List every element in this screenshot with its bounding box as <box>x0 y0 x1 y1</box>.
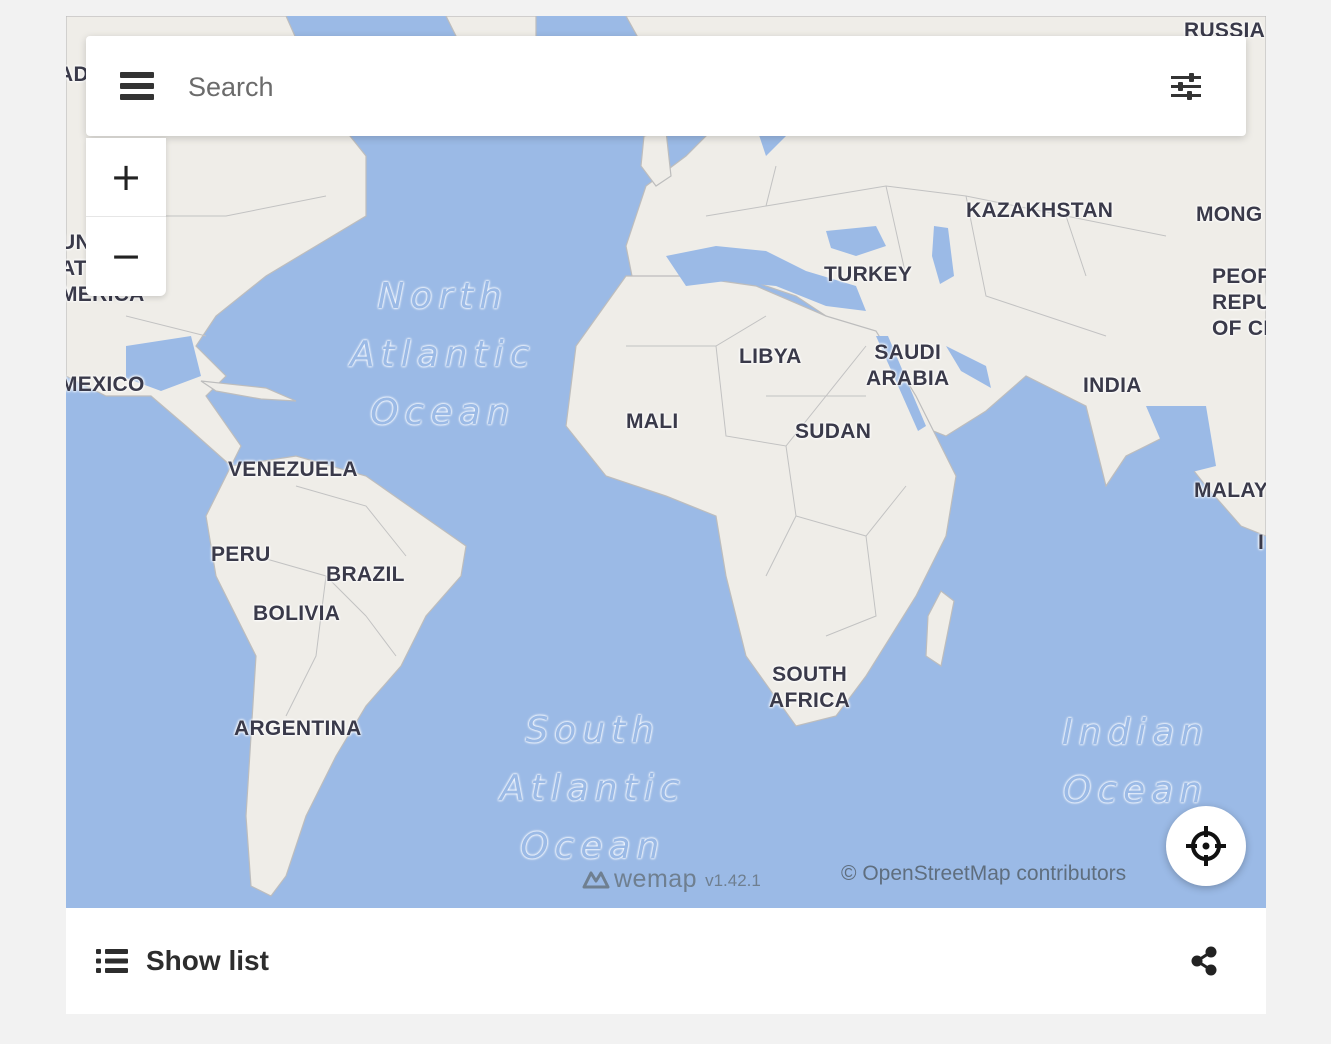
wemap-branding[interactable]: wemap v1.42.1 <box>582 864 761 894</box>
menu-button[interactable] <box>114 66 160 106</box>
landmass-south-america <box>205 455 467 897</box>
ocean-label-indian: Indian Ocean <box>1062 712 1210 811</box>
brand-name: wemap <box>614 864 698 893</box>
zoom-out-button[interactable]: − <box>86 217 166 295</box>
country-label-mali: MALI <box>626 410 679 433</box>
country-label-indonesia: I <box>1258 531 1265 554</box>
ocean-label-south-atlantic: South Atlantic Ocean <box>500 710 686 867</box>
country-label-malaysia: MALAY <box>1194 479 1266 502</box>
country-label-libya: LIBYA <box>739 345 802 368</box>
hamburger-icon <box>120 72 154 100</box>
landmass-uk <box>640 130 672 187</box>
country-label-mexico: MEXICO <box>66 373 145 396</box>
filter-button[interactable] <box>1166 70 1206 104</box>
ocean-label-north-atlantic: North Atlantic Ocean <box>350 276 536 433</box>
landmass-cuba <box>200 380 297 402</box>
country-label-mongolia: MONG <box>1196 203 1263 226</box>
country-label-brazil: BRAZIL <box>326 563 405 586</box>
country-label-argentina: ARGENTINA <box>234 717 362 740</box>
country-label-china: PEOP REPU OF CH <box>1212 265 1266 340</box>
country-label-bolivia: BOLIVIA <box>253 602 341 625</box>
country-label-venezuela: VENEZUELA <box>228 458 358 481</box>
show-list-label: Show list <box>146 945 269 976</box>
crosshair-icon <box>1186 826 1226 866</box>
wemap-logo <box>582 871 610 889</box>
sliders-icon <box>1171 73 1201 100</box>
zoom-in-button[interactable]: + <box>86 138 166 217</box>
locate-me-button[interactable] <box>1166 806 1246 886</box>
country-label-sudan: SUDAN <box>795 420 872 443</box>
landmass-madagascar <box>925 590 955 667</box>
bottom-bar: Show list <box>66 908 1266 1014</box>
country-label-kazakhstan: KAZAKHSTAN <box>966 199 1114 222</box>
country-label-peru: PERU <box>211 543 271 566</box>
share-icon <box>1191 946 1217 976</box>
country-label-india: INDIA <box>1083 374 1142 397</box>
country-label-saudi-arabia: SAUDI ARABIA <box>866 341 950 390</box>
brand-version: v1.42.1 <box>705 871 761 890</box>
attribution-link[interactable]: OpenStreetMap contributors <box>862 862 1126 885</box>
country-label-turkey: TURKEY <box>824 263 913 286</box>
world-map[interactable]: RUSSIA ADA KAZAKHSTAN MONG TURKEY PEOP R… <box>66 16 1266 908</box>
search-input[interactable] <box>186 62 1090 112</box>
map-widget: RUSSIA ADA KAZAKHSTAN MONG TURKEY PEOP R… <box>66 16 1266 1014</box>
search-bar <box>86 36 1246 136</box>
map-attribution: © OpenStreetMap contributors <box>841 862 1126 886</box>
country-label-south-africa: SOUTH AFRICA <box>769 663 851 712</box>
show-list-button[interactable]: Show list <box>96 936 269 986</box>
zoom-control: + − <box>86 138 166 296</box>
share-button[interactable] <box>1190 946 1220 978</box>
copyright-symbol: © <box>841 862 857 885</box>
list-icon <box>96 949 128 973</box>
